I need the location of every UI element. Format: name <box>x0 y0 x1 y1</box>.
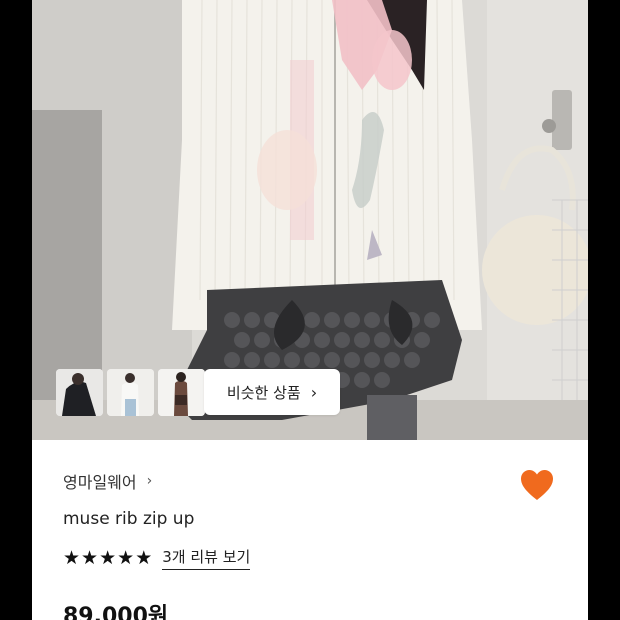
thumbnail-3[interactable] <box>158 369 205 416</box>
view-reviews-link[interactable]: 3개 리뷰 보기 <box>162 546 251 570</box>
product-info: 영마일웨어 › muse rib zip up ★ ★ ★ ★ ★ 3개 리뷰 … <box>32 440 588 620</box>
rating-row: ★ ★ ★ ★ ★ 3개 리뷰 보기 <box>63 546 251 570</box>
store-name: 영마일웨어 <box>63 473 137 492</box>
app-frame: 비슷한 상품 › 영마일웨어 › muse rib zip up ★ ★ ★ ★… <box>32 0 588 620</box>
similar-products-button[interactable]: 비슷한 상품 › <box>204 369 340 415</box>
store-link[interactable]: 영마일웨어 › <box>63 469 152 493</box>
star-icon: ★ <box>63 547 81 569</box>
similar-products-label: 비슷한 상품 <box>226 383 301 402</box>
heart-icon[interactable] <box>519 468 555 502</box>
star-icon: ★ <box>117 547 135 569</box>
star-icon: ★ <box>135 547 153 569</box>
star-icon: ★ <box>99 547 117 569</box>
thumbnail-2[interactable] <box>107 369 154 416</box>
product-price: 89,000원 <box>63 604 169 620</box>
thumbnail-1[interactable] <box>56 369 103 416</box>
chevron-right-icon: › <box>146 473 153 489</box>
chevron-right-icon: › <box>310 382 318 402</box>
product-title: muse rib zip up <box>63 509 195 529</box>
thumbnail-strip <box>56 369 205 416</box>
star-icon: ★ <box>81 547 99 569</box>
star-rating: ★ ★ ★ ★ ★ <box>63 548 152 568</box>
